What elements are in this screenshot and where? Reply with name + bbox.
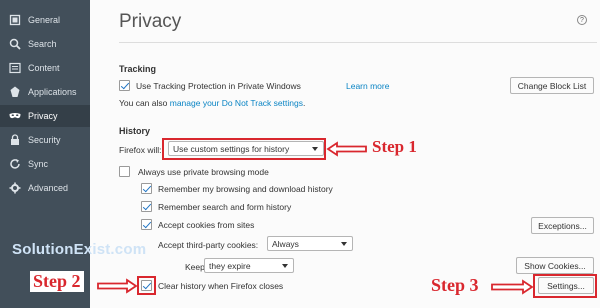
sidebar-item-label: Search (28, 39, 57, 49)
step2-label: Step 2 (30, 271, 84, 292)
step1-arrow-icon (326, 141, 367, 157)
sidebar-item-label: Advanced (28, 183, 69, 193)
private-browsing-label: Always use private browsing mode (138, 167, 269, 177)
sidebar-item-advanced[interactable]: Advanced (0, 177, 90, 199)
show-cookies-button[interactable]: Show Cookies... (516, 257, 594, 274)
sidebar: General Search Content Applications Priv… (0, 0, 90, 308)
third-party-cookies-value: Always (272, 238, 299, 249)
keep-until-value: they expire (209, 260, 251, 271)
sidebar-item-label: Sync (28, 159, 49, 169)
learn-more-link[interactable]: Learn more (346, 81, 389, 91)
clear-on-close-label: Clear history when Firefox closes (158, 281, 284, 291)
sidebar-item-general[interactable]: General (0, 9, 90, 31)
change-block-list-button[interactable]: Change Block List (510, 77, 594, 94)
remember-search-label: Remember search and form history (158, 202, 292, 212)
tracking-protection-checkbox[interactable] (119, 80, 130, 91)
sync-icon (9, 158, 21, 170)
divider (119, 42, 597, 43)
step2-highlight-box (137, 276, 156, 295)
sidebar-item-label: General (28, 15, 61, 25)
keep-until-dropdown[interactable]: they expire (204, 258, 294, 273)
step3-label: Step 3 (431, 275, 479, 295)
sidebar-item-sync[interactable]: Sync (0, 153, 90, 175)
page-title: Privacy (119, 11, 182, 32)
help-icon[interactable]: ? (577, 15, 587, 25)
history-heading: History (119, 126, 151, 136)
search-icon (9, 38, 21, 50)
sidebar-item-label: Applications (28, 87, 77, 97)
applications-icon (9, 86, 21, 98)
dnt-prefix: You can also (119, 98, 170, 108)
step1-label: Step 1 (372, 137, 417, 156)
content-icon (9, 62, 21, 74)
remember-browsing-label: Remember my browsing and download histor… (158, 184, 333, 194)
sidebar-item-content[interactable]: Content (0, 57, 90, 79)
dnt-suffix: . (302, 98, 306, 108)
third-party-cookies-dropdown[interactable]: Always (267, 236, 353, 251)
general-icon (9, 14, 21, 26)
remember-browsing-checkbox[interactable] (141, 183, 152, 194)
accept-cookies-checkbox[interactable] (141, 219, 152, 230)
step3-highlight-box (533, 274, 597, 298)
watermark: SolutionExist.com (12, 241, 147, 258)
tracking-heading: Tracking (119, 64, 157, 74)
firefox-will-label: Firefox will: (119, 145, 162, 155)
sidebar-item-applications[interactable]: Applications (0, 81, 90, 103)
remember-search-checkbox[interactable] (141, 201, 152, 212)
security-icon (9, 134, 21, 146)
sidebar-item-label: Security (28, 135, 61, 145)
step3-arrow-icon (491, 279, 534, 295)
dnt-settings-link[interactable]: manage your Do Not Track settings (170, 98, 303, 108)
sidebar-item-label: Privacy (28, 111, 58, 121)
exceptions-button[interactable]: Exceptions... (531, 217, 594, 234)
step1-highlight-box (162, 138, 326, 160)
sidebar-item-label: Content (28, 63, 60, 73)
sidebar-item-privacy[interactable]: Privacy (0, 105, 90, 127)
sidebar-item-search[interactable]: Search (0, 33, 90, 55)
accept-cookies-label: Accept cookies from sites (158, 220, 255, 230)
privacy-mask-icon (9, 110, 21, 122)
private-browsing-checkbox[interactable] (119, 166, 130, 177)
third-party-cookies-label: Accept third-party cookies: (158, 240, 259, 250)
dnt-text: You can also manage your Do Not Track se… (119, 98, 305, 108)
sidebar-item-security[interactable]: Security (0, 129, 90, 151)
chevron-down-icon (282, 264, 288, 268)
tracking-protection-label: Use Tracking Protection in Private Windo… (136, 81, 301, 91)
step2-arrow-icon (97, 278, 138, 294)
advanced-icon (9, 182, 21, 194)
chevron-down-icon (341, 242, 347, 246)
